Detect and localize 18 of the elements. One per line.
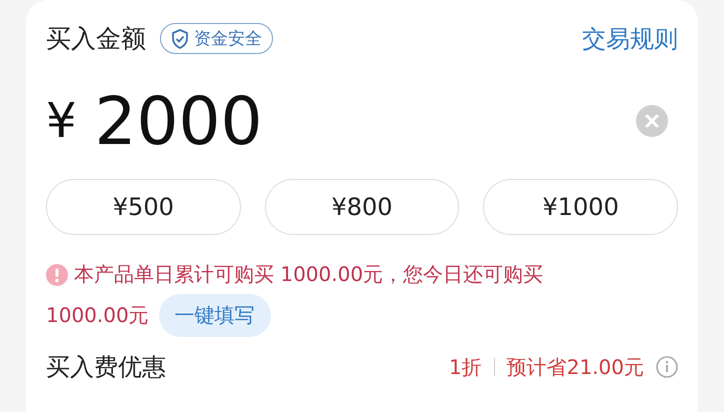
purchase-limit-notice: 1000.00元 (46, 302, 149, 329)
fee-discount-label: 买入费优惠 (46, 352, 166, 383)
purchase-limit-notice: 本产品单日累计可购买 1000.00元，您今日还可购买 (74, 261, 544, 288)
quick-amount-button[interactable]: ¥500 (46, 179, 241, 235)
clear-icon[interactable] (636, 105, 668, 137)
section-title: 买入金额 (46, 23, 146, 55)
estimated-saving: 预计省21.00元 (506, 354, 644, 380)
security-badge: 资金安全 (160, 23, 273, 54)
warning-icon (46, 264, 68, 286)
trade-rules-link[interactable]: 交易规则 (582, 22, 678, 54)
info-icon[interactable] (656, 356, 678, 378)
quick-amount-button[interactable]: ¥1000 (483, 179, 678, 235)
currency-symbol: ¥ (46, 93, 77, 149)
quick-amount-button[interactable]: ¥800 (264, 179, 460, 235)
shield-check-icon (171, 28, 189, 48)
auto-fill-button[interactable]: 一键填写 (158, 294, 271, 337)
amount-input[interactable]: 2000 (94, 82, 263, 160)
discount-rate: 1折 (449, 354, 482, 380)
